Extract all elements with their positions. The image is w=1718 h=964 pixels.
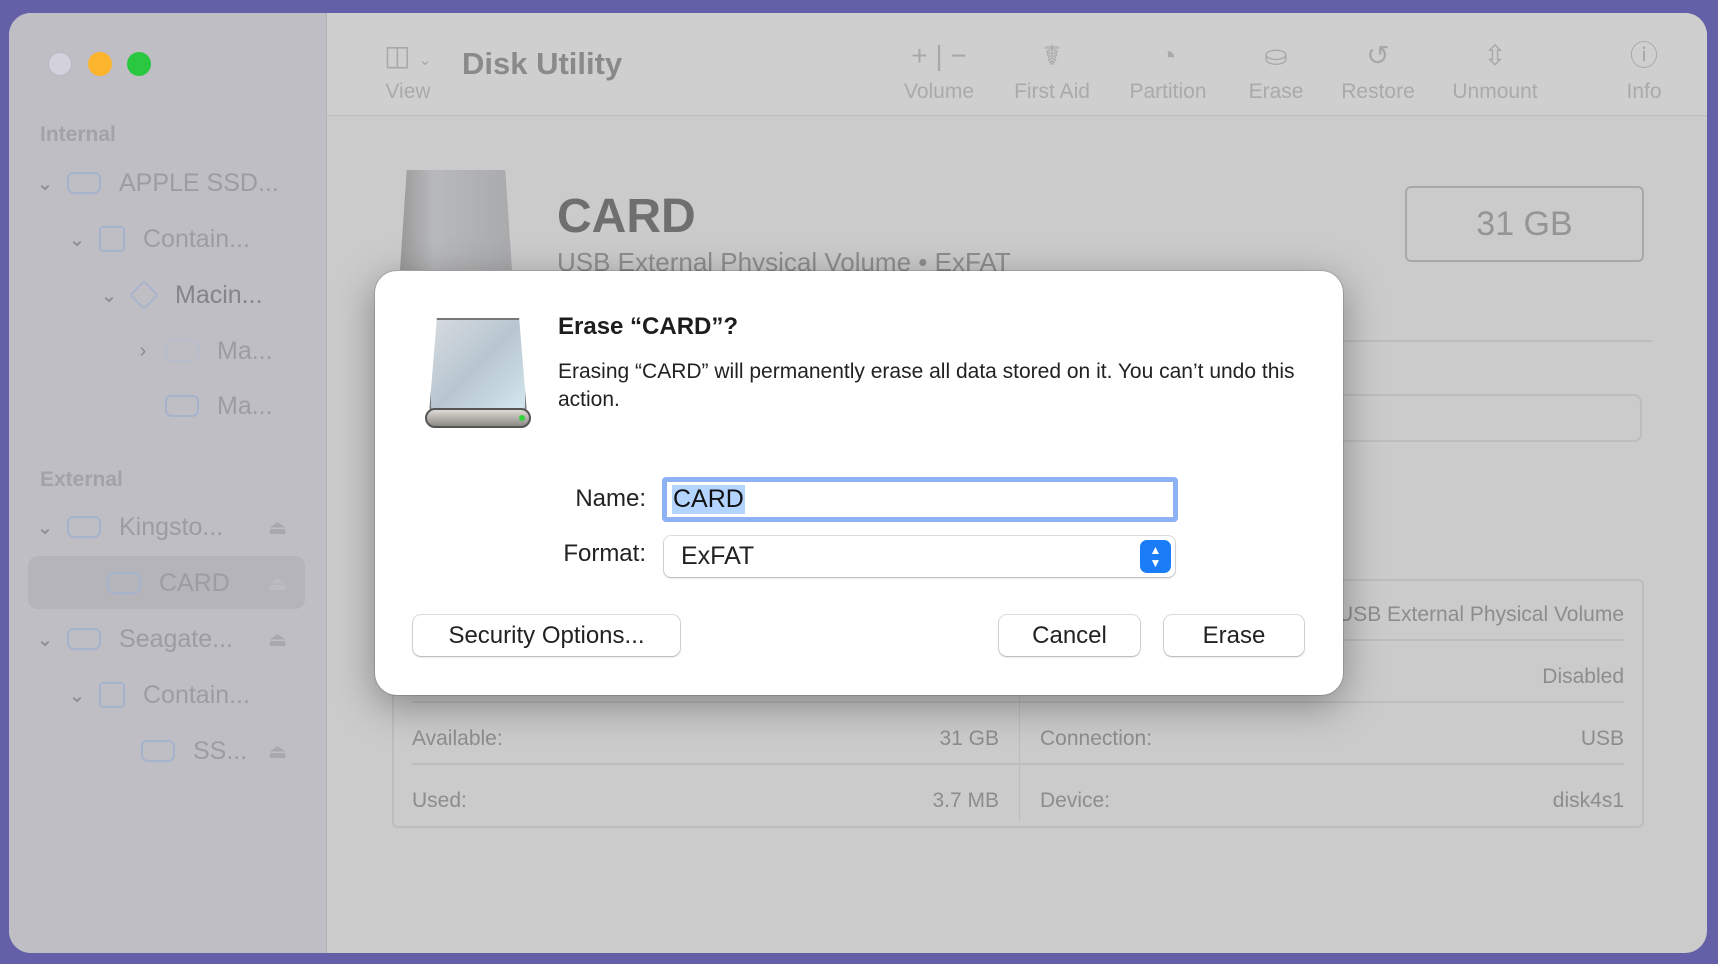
- zoom-button[interactable]: [127, 52, 151, 76]
- connection-value: USB: [1580, 727, 1624, 750]
- eject-icon[interactable]: ⏏: [268, 571, 287, 596]
- sidebar-item[interactable]: ⌄ Contain...: [65, 214, 250, 264]
- chevron-down-icon[interactable]: ⌄: [33, 627, 57, 652]
- available-label: Available:: [412, 727, 503, 750]
- cancel-button[interactable]: Cancel: [999, 615, 1140, 656]
- unmount-icon: ⇳: [1483, 40, 1507, 71]
- name-input[interactable]: CARD: [662, 477, 1178, 522]
- volume-stack-icon: [129, 280, 159, 310]
- sidebar-item-card[interactable]: CARD ⏏: [97, 558, 327, 608]
- first-aid-button[interactable]: ☤ First Aid: [1002, 38, 1102, 104]
- sidebar-item[interactable]: › Ma...: [131, 326, 273, 376]
- dialog-title: Erase “CARD”?: [558, 313, 739, 340]
- restore-icon: ↺: [1366, 40, 1390, 71]
- external-drive-icon: [67, 628, 101, 650]
- row-divider: [412, 763, 1624, 765]
- eject-icon[interactable]: ⏏: [268, 627, 287, 652]
- erase-drive-icon: ⛀: [1264, 40, 1288, 71]
- used-label: Used:: [412, 789, 467, 812]
- eject-icon[interactable]: ⏏: [268, 515, 287, 540]
- row-divider: [412, 701, 1624, 703]
- device-label: Device:: [1040, 789, 1111, 812]
- format-label: Format:: [563, 540, 646, 567]
- container-icon: [99, 682, 125, 708]
- minimize-button[interactable]: [88, 52, 112, 76]
- erase-confirm-button[interactable]: Erase: [1164, 615, 1304, 656]
- section-external: External: [40, 468, 123, 491]
- sidebar: Internal ⌄ APPLE SSD... ⌄ Contain... ⌄ Maci…: [9, 13, 327, 953]
- sidebar-item[interactable]: ⌄ Macin...: [97, 270, 263, 320]
- erase-dialog: Erase “CARD”? Erasing “CARD” will perman…: [375, 271, 1343, 695]
- chevron-down-icon[interactable]: ⌄: [65, 227, 89, 252]
- pie-chart-icon: ◔: [1159, 40, 1177, 71]
- name-input-value: CARD: [672, 485, 745, 514]
- sidebar-item[interactable]: SS... ⏏: [131, 726, 327, 776]
- device-value: disk4s1: [1552, 789, 1624, 812]
- sidebar-item[interactable]: ⌄ Contain...: [65, 670, 250, 720]
- drive-icon: [400, 170, 512, 270]
- plus-minus-icon: + | −: [911, 40, 967, 71]
- sidebar-item[interactable]: ⌄ APPLE SSD...: [33, 158, 279, 208]
- external-drive-icon: [67, 516, 101, 538]
- owners-value: Disabled: [1542, 665, 1624, 688]
- sidebar-item[interactable]: Ma...: [155, 381, 273, 431]
- format-select-value: ExFAT: [681, 542, 755, 570]
- chevron-down-icon[interactable]: ⌄: [97, 283, 121, 308]
- internal-drive-icon: [165, 395, 199, 417]
- chevron-right-icon[interactable]: ›: [131, 340, 155, 363]
- sidebar-item[interactable]: ⌄ Seagate... ⏏: [33, 614, 327, 664]
- chevron-down-icon[interactable]: ⌄: [65, 683, 89, 708]
- internal-drive-icon: [67, 172, 101, 194]
- chevron-down-icon[interactable]: ⌄: [33, 515, 57, 540]
- unmount-button[interactable]: ⇳ Unmount: [1435, 38, 1555, 104]
- format-select[interactable]: ExFAT ▲ ▼: [664, 536, 1175, 577]
- internal-drive-icon: [165, 340, 199, 362]
- window-title: Disk Utility: [462, 46, 623, 81]
- sidebar-item[interactable]: ⌄ Kingsto... ⏏: [33, 502, 327, 552]
- container-icon: [99, 226, 125, 252]
- volume-name: CARD: [557, 190, 696, 243]
- partition-button[interactable]: ◔ Partition: [1113, 38, 1223, 104]
- volume-size-badge: 31 GB: [1405, 186, 1644, 262]
- erase-button[interactable]: ⛀ Erase: [1231, 38, 1321, 104]
- chevron-down-icon[interactable]: ⌄: [33, 171, 57, 196]
- dialog-message: Erasing “CARD” will permanently erase al…: [558, 360, 1295, 411]
- close-button[interactable]: [48, 52, 72, 76]
- available-value: 31 GB: [939, 727, 999, 750]
- restore-button[interactable]: ↺ Restore: [1328, 38, 1428, 104]
- name-label: Name:: [575, 485, 646, 512]
- used-value: 3.7 MB: [932, 789, 999, 812]
- external-drive-icon: [141, 740, 175, 762]
- connection-label: Connection:: [1040, 727, 1153, 750]
- info-icon: ⓘ: [1629, 40, 1658, 71]
- toolbar: ◫ ⌄ View Disk Utility + | − Volume ☤ First…: [327, 13, 1707, 116]
- section-internal: Internal: [40, 123, 116, 146]
- eject-icon[interactable]: ⏏: [268, 739, 287, 764]
- stethoscope-icon: ☤: [1042, 40, 1062, 71]
- info-button[interactable]: ⓘ Info: [1614, 38, 1674, 104]
- stepper-chevrons-icon: ▲ ▼: [1140, 540, 1171, 573]
- security-options-button[interactable]: Security Options...: [413, 615, 680, 656]
- external-drive-icon: [423, 318, 533, 430]
- external-drive-icon: [107, 572, 141, 594]
- view-button[interactable]: ◫ ⌄ View: [369, 38, 447, 104]
- sidebar-toggle-icon: ◫ ⌄: [384, 40, 432, 71]
- volume-button[interactable]: + | − Volume: [889, 38, 989, 104]
